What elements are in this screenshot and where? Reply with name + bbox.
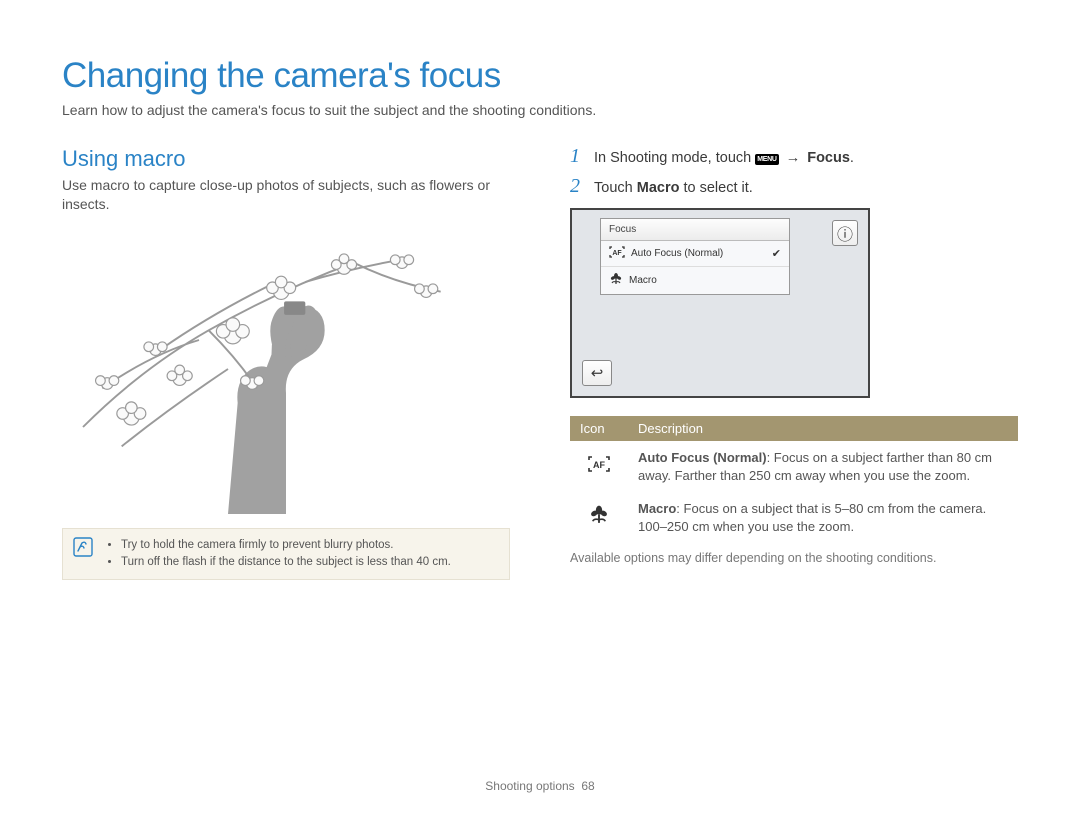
svg-text:AF: AF: [612, 250, 622, 257]
focus-menu-panel: Focus AF Auto Focus (Normal) ✔ Macro: [600, 218, 790, 295]
page-subtitle: Learn how to adjust the camera's focus t…: [62, 102, 1018, 118]
footer-section: Shooting options: [485, 779, 574, 793]
info-button[interactable]: ⓘ: [832, 220, 858, 246]
section-heading-macro: Using macro: [62, 146, 510, 172]
step-2-suffix: to select it.: [679, 180, 752, 196]
back-icon: ↩: [591, 364, 604, 382]
camera-screen: Focus AF Auto Focus (Normal) ✔ Macro: [570, 208, 870, 398]
row-desc-af: Auto Focus (Normal): Focus on a subject …: [628, 441, 1018, 492]
footer-page-number: 68: [581, 779, 594, 793]
tip-item: Turn off the flash if the distance to th…: [121, 554, 451, 571]
row-desc-macro: Macro: Focus on a subject that is 5–80 c…: [628, 492, 1018, 543]
step-number: 2: [570, 176, 584, 196]
step-2: 2 Touch Macro to select it.: [570, 176, 1018, 196]
row-icon-macro: [570, 492, 628, 543]
step-1-prefix: In Shooting mode, touch: [594, 150, 755, 166]
page-title: Changing the camera's focus: [62, 56, 1018, 96]
row1-bold: Auto Focus (Normal): [638, 450, 767, 465]
tip-list: Try to hold the camera firmly to prevent…: [105, 537, 451, 572]
menu-item-label: Macro: [629, 275, 781, 286]
step-1-suffix: .: [850, 150, 854, 166]
row2-rest: : Focus on a subject that is 5–80 cm fro…: [638, 501, 986, 534]
columns: Using macro Use macro to capture close-u…: [62, 146, 1018, 580]
macro-body: Use macro to capture close-up photos of …: [62, 176, 510, 214]
info-icon: ⓘ: [837, 221, 853, 245]
options-caption: Available options may differ depending o…: [570, 551, 1018, 565]
tip-item: Try to hold the camera firmly to prevent…: [121, 537, 451, 554]
table-row: Macro: Focus on a subject that is 5–80 c…: [570, 492, 1018, 543]
arrow-icon: →: [783, 150, 804, 166]
step-1: 1 In Shooting mode, touch MENU → Focus.: [570, 146, 1018, 166]
focus-description-table: Icon Description AF Auto Focus (Normal):…: [570, 416, 1018, 543]
table-row: AF Auto Focus (Normal): Focus on a subje…: [570, 441, 1018, 492]
step-2-prefix: Touch: [594, 180, 637, 196]
step-1-bold: Focus: [807, 150, 850, 166]
table-header-description: Description: [628, 416, 1018, 441]
focus-menu-title: Focus: [601, 219, 789, 241]
tip-note-box: Try to hold the camera firmly to prevent…: [62, 528, 510, 581]
svg-text:AF: AF: [593, 460, 605, 470]
right-column: 1 In Shooting mode, touch MENU → Focus. …: [570, 146, 1018, 580]
step-2-text: Touch Macro to select it.: [594, 180, 753, 196]
row-icon-af: AF: [570, 441, 628, 492]
af-icon: AF: [609, 246, 625, 261]
row2-bold: Macro: [638, 501, 676, 516]
step-1-text: In Shooting mode, touch MENU → Focus.: [594, 150, 854, 166]
step-number: 1: [570, 146, 584, 166]
macro-flower-icon: [609, 272, 623, 289]
page: Changing the camera's focus Learn how to…: [0, 0, 1080, 580]
menu-item-label: Auto Focus (Normal): [631, 248, 766, 259]
menu-item-macro[interactable]: Macro: [601, 266, 789, 294]
left-column: Using macro Use macro to capture close-u…: [62, 146, 510, 580]
menu-chip-icon: MENU: [755, 154, 778, 165]
table-header-icon: Icon: [570, 416, 628, 441]
back-button[interactable]: ↩: [582, 360, 612, 386]
step-2-bold: Macro: [637, 180, 680, 196]
page-footer: Shooting options 68: [0, 779, 1080, 793]
macro-illustration: [62, 224, 510, 514]
check-icon: ✔: [772, 247, 781, 260]
tip-note-icon: [73, 537, 93, 562]
menu-item-auto-focus[interactable]: AF Auto Focus (Normal) ✔: [601, 241, 789, 266]
